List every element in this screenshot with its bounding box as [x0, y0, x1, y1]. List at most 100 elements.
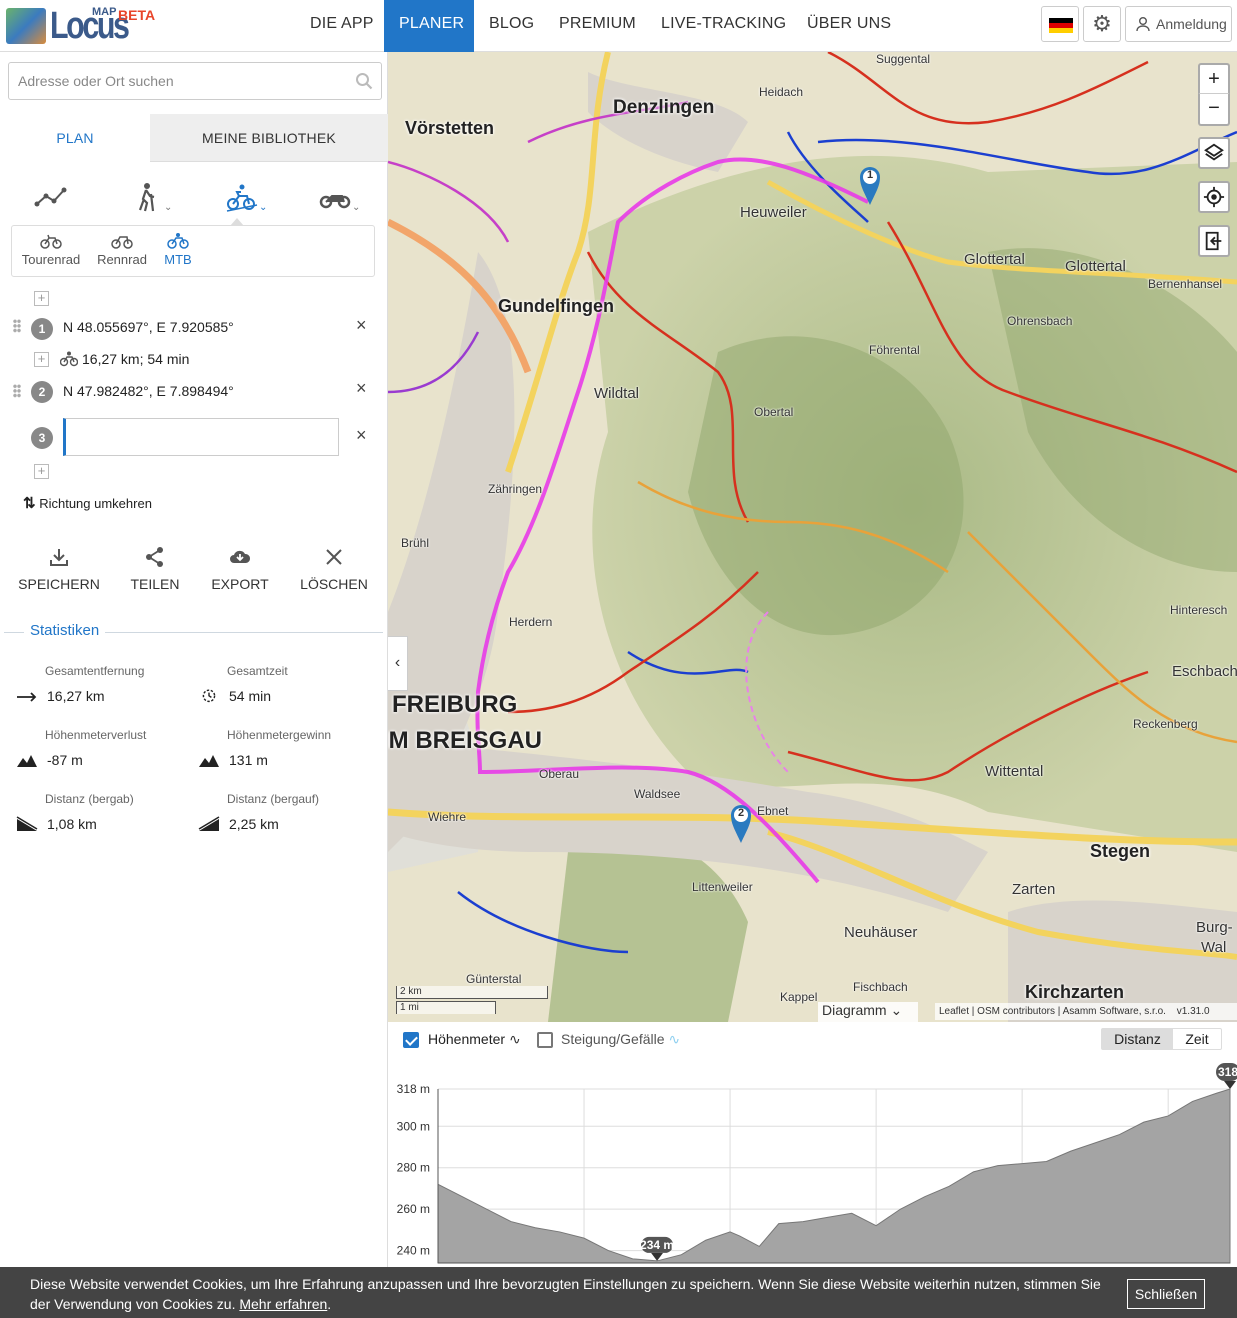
- login-button[interactable]: Anmeldung: [1125, 6, 1232, 42]
- nav-planer[interactable]: PLANER: [384, 0, 474, 52]
- profile-label: MTB: [164, 252, 192, 267]
- chevron-down-icon: ⌄: [259, 202, 268, 213]
- mode-motorbike-button[interactable]: ⌄: [318, 182, 368, 218]
- map-label-im-breisgau: IM BREISGAU: [388, 727, 543, 754]
- slope-up-icon: [198, 816, 220, 831]
- profile-tourenrad[interactable]: Tourenrad: [20, 232, 82, 267]
- remove-waypoint-3-button[interactable]: ×: [356, 425, 367, 446]
- cookie-banner: Diese Website verwendet Cookies, um Ihre…: [0, 1267, 1237, 1318]
- share-icon: [146, 547, 163, 567]
- scale-km: 2 km: [396, 986, 548, 999]
- map-label-foehrental: Föhrental: [869, 343, 920, 357]
- layers-button[interactable]: [1198, 137, 1230, 169]
- stat-label-time: Gesamtzeit: [227, 664, 288, 678]
- crosshair-icon: [1203, 186, 1225, 208]
- stat-value-downhill: 1,08 km: [47, 816, 97, 832]
- tab-meine-bibliothek[interactable]: MEINE BIBLIOTHEK: [150, 114, 388, 162]
- nav-live-tracking[interactable]: LIVE-TRACKING: [646, 0, 801, 52]
- remove-waypoint-2-button[interactable]: ×: [356, 378, 367, 399]
- stat-label-ascent: Höhenmetergewinn: [227, 728, 332, 742]
- version-label: v1.31.0: [1176, 1006, 1210, 1017]
- share-button[interactable]: TEILEN: [110, 546, 200, 592]
- mode-hiking-button[interactable]: ⌄: [130, 182, 180, 218]
- collapse-sidebar-button[interactable]: ‹: [388, 636, 408, 691]
- max-elevation-label: 318: [1218, 1065, 1237, 1079]
- elevation-panel: Höhenmeter ∿ Steigung/Gefälle ∿ Distanz …: [388, 1022, 1237, 1267]
- profile-mtb[interactable]: MTB: [160, 232, 196, 267]
- min-elevation-label: 234 m: [640, 1238, 674, 1252]
- import-button[interactable]: [1198, 225, 1230, 257]
- map-marker-1[interactable]: 1: [859, 166, 881, 206]
- profile-rennrad[interactable]: Rennrad: [94, 232, 150, 267]
- diagram-toggle[interactable]: Diagramm ⌄: [818, 1002, 918, 1022]
- map-label-burg: Burg-: [1196, 919, 1233, 936]
- y-tick-label: 260 m: [397, 1202, 430, 1216]
- swap-vertical-icon: ⇅: [23, 495, 36, 512]
- map-canvas[interactable]: Vörstetten Denzlingen Gundelfingen Heuwe…: [388, 52, 1237, 1022]
- tab-plan[interactable]: PLAN: [0, 114, 150, 163]
- stat-value-ascent: 131 m: [229, 752, 268, 768]
- waypoint-number-1: 1: [31, 318, 53, 340]
- mountain-descent-icon: [17, 755, 37, 767]
- add-waypoint-button[interactable]: +: [34, 464, 49, 479]
- save-button[interactable]: SPEICHERN: [14, 546, 104, 592]
- language-button[interactable]: [1041, 6, 1079, 42]
- distance-arrow-icon: [17, 692, 37, 702]
- logo-map-icon: [6, 8, 46, 44]
- diagram-toggle-label: Diagramm: [822, 1002, 887, 1018]
- attribution-text[interactable]: Leaflet | OSM contributors | Asamm Softw…: [939, 1006, 1166, 1017]
- waypoint-1-coords[interactable]: N 48.055697°, E 7.920585°: [63, 319, 234, 335]
- stat-label-downhill: Distanz (bergab): [45, 792, 134, 806]
- elevation-chart[interactable]: 240 m260 m280 m300 m318 m0 m3 km6 km9 km…: [388, 1044, 1237, 1267]
- map-marker-2[interactable]: 2: [730, 804, 752, 844]
- search-icon[interactable]: [355, 72, 373, 90]
- logo-beta-label: BETA: [118, 7, 156, 23]
- delete-button[interactable]: LÖSCHEN: [289, 546, 379, 592]
- drag-handle[interactable]: [13, 319, 21, 333]
- search-input[interactable]: Adresse oder Ort suchen: [8, 62, 382, 100]
- remove-waypoint-1-button[interactable]: ×: [356, 315, 367, 336]
- map-label-kirchzarten: Kirchzarten: [1025, 982, 1125, 1002]
- add-waypoint-button[interactable]: +: [34, 291, 49, 306]
- locus-map-logo[interactable]: Locus MAP BETA: [6, 4, 156, 48]
- bike-profile-selector: Tourenrad Rennrad MTB: [11, 225, 375, 277]
- waypoint-2-coords[interactable]: N 47.982482°, E 7.898494°: [63, 383, 234, 399]
- stat-value-time: 54 min: [229, 688, 272, 704]
- login-arrow-icon: [1205, 231, 1222, 251]
- nav-premium[interactable]: PREMIUM: [544, 0, 651, 52]
- nav-ueber-uns[interactable]: ÜBER UNS: [792, 0, 906, 52]
- close-icon: [326, 549, 342, 565]
- cookie-close-button[interactable]: Schließen: [1127, 1279, 1205, 1309]
- cookie-more-link[interactable]: Mehr erfahren: [239, 1296, 327, 1312]
- nav-die-app[interactable]: DIE APP: [295, 0, 389, 52]
- stat-value-uphill: 2,25 km: [229, 816, 279, 832]
- max-elevation-marker: [1224, 1081, 1236, 1089]
- route-icon: [34, 187, 67, 207]
- reverse-direction-button[interactable]: ⇅ Richtung umkehren: [23, 494, 152, 512]
- stat-value-descent: -87 m: [47, 752, 83, 768]
- map-label-gundelfingen: Gundelfingen: [498, 296, 614, 316]
- stat-label-distance: Gesamtentfernung: [45, 664, 145, 678]
- locate-button[interactable]: [1198, 181, 1230, 213]
- zoom-out-button[interactable]: −: [1198, 94, 1230, 126]
- add-waypoint-button[interactable]: +: [34, 352, 49, 367]
- settings-button[interactable]: ⚙: [1083, 6, 1121, 42]
- drag-handle[interactable]: [13, 384, 21, 398]
- layers-icon: [1204, 143, 1224, 161]
- map-label-eschbach: Eschbach: [1172, 663, 1237, 680]
- nav-blog[interactable]: BLOG: [474, 0, 549, 52]
- map-label-wiehre: Wiehre: [428, 810, 467, 824]
- motorbike-icon: [319, 195, 351, 209]
- mode-mtb-button[interactable]: ⌄: [225, 182, 275, 218]
- mode-route-button[interactable]: [34, 182, 84, 218]
- map-label-fischbach: Fischbach: [853, 980, 908, 994]
- zoom-in-button[interactable]: +: [1198, 63, 1230, 94]
- export-label: EXPORT: [211, 576, 269, 592]
- waypoint-3-input[interactable]: [63, 418, 339, 456]
- y-tick-label: 300 m: [397, 1119, 430, 1133]
- map-label-kappel: Kappel: [780, 990, 818, 1004]
- chevron-left-icon: ‹: [394, 654, 401, 671]
- chevron-down-icon: ⌄: [352, 202, 361, 213]
- map-label-wildtal: Wildtal: [594, 385, 640, 402]
- export-button[interactable]: EXPORT: [195, 546, 285, 592]
